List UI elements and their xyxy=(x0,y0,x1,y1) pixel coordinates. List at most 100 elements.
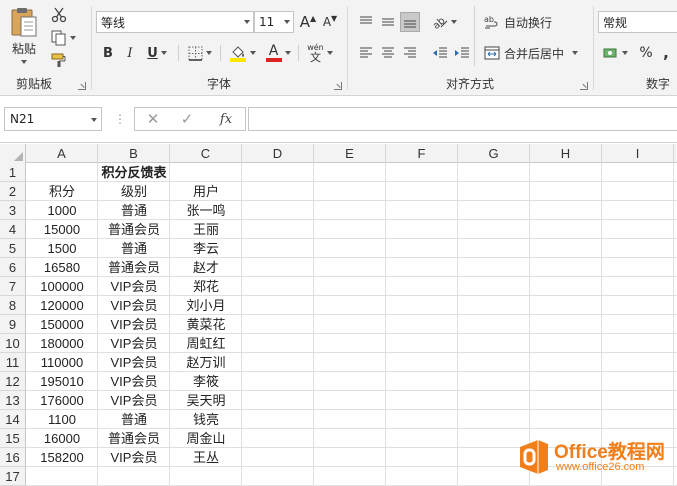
data-cell[interactable]: 刘小月 xyxy=(170,296,242,315)
row-header-4[interactable]: 4 xyxy=(0,220,26,239)
data-cell[interactable]: VIP会员 xyxy=(98,372,170,391)
data-cell[interactable]: 李筱 xyxy=(170,372,242,391)
increase-indent-button[interactable] xyxy=(452,43,472,63)
align-right-button[interactable] xyxy=(400,43,420,63)
data-cell[interactable]: 158200 xyxy=(26,448,98,467)
row-header-9[interactable]: 9 xyxy=(0,315,26,334)
data-cell[interactable]: 黄菜花 xyxy=(170,315,242,334)
column-header-h[interactable]: H xyxy=(530,144,602,163)
fill-color-button[interactable] xyxy=(226,42,258,64)
row-header-16[interactable]: 16 xyxy=(0,448,26,467)
grow-font-button[interactable]: A ▲ xyxy=(298,12,318,32)
clipboard-launcher-icon[interactable] xyxy=(78,82,86,90)
name-box-dropdown-icon[interactable] xyxy=(91,118,97,122)
data-cell[interactable]: 15000 xyxy=(26,220,98,239)
percent-button[interactable]: % xyxy=(636,43,656,63)
number-format-select[interactable]: 常规 xyxy=(598,11,677,33)
data-cell[interactable]: 1500 xyxy=(26,239,98,258)
column-header-f[interactable]: F xyxy=(386,144,458,163)
row-header-8[interactable]: 8 xyxy=(0,296,26,315)
merge-center-button[interactable]: 合并后居中 xyxy=(484,43,584,63)
column-header-b[interactable]: B xyxy=(98,144,170,163)
data-cell[interactable]: 普通会员 xyxy=(98,429,170,448)
cut-button[interactable] xyxy=(48,5,70,25)
accounting-format-button[interactable] xyxy=(600,43,630,63)
underline-button[interactable]: U xyxy=(142,43,172,63)
row-header-14[interactable]: 14 xyxy=(0,410,26,429)
align-top-button[interactable] xyxy=(356,12,376,32)
data-cell[interactable]: VIP会员 xyxy=(98,296,170,315)
font-color-button[interactable]: A xyxy=(262,42,294,64)
data-cell[interactable]: 周虹红 xyxy=(170,334,242,353)
name-box[interactable]: N21 xyxy=(4,107,102,131)
row-header-2[interactable]: 2 xyxy=(0,182,26,201)
data-cell[interactable]: 郑花 xyxy=(170,277,242,296)
comma-button[interactable]: , xyxy=(658,43,674,63)
align-center-button[interactable] xyxy=(378,43,398,63)
align-bottom-button[interactable] xyxy=(400,12,420,32)
header-cell[interactable]: 级别 xyxy=(98,182,170,201)
phonetic-button[interactable]: wén 文 xyxy=(302,40,338,66)
table-title-cell[interactable]: 积分反馈表 xyxy=(26,163,242,182)
font-size-select[interactable]: 11 xyxy=(254,11,294,33)
data-cell[interactable]: 王丽 xyxy=(170,220,242,239)
paste-button[interactable]: 粘贴 xyxy=(6,4,42,66)
data-cell[interactable]: VIP会员 xyxy=(98,277,170,296)
data-cell[interactable]: VIP会员 xyxy=(98,334,170,353)
data-cell[interactable]: 176000 xyxy=(26,391,98,410)
format-painter-button[interactable] xyxy=(48,51,70,69)
align-middle-button[interactable] xyxy=(378,12,398,32)
borders-button[interactable] xyxy=(184,43,216,63)
data-cell[interactable]: 普通会员 xyxy=(98,258,170,277)
cancel-icon[interactable]: ✕ xyxy=(143,110,163,128)
row-header-12[interactable]: 12 xyxy=(0,372,26,391)
italic-button[interactable]: I xyxy=(120,43,140,63)
data-cell[interactable]: 16000 xyxy=(26,429,98,448)
data-cell[interactable]: VIP会员 xyxy=(98,353,170,372)
data-cell[interactable]: 吴天明 xyxy=(170,391,242,410)
data-cell[interactable]: 普通会员 xyxy=(98,220,170,239)
row-header-5[interactable]: 5 xyxy=(0,239,26,258)
row-header-6[interactable]: 6 xyxy=(0,258,26,277)
shrink-font-button[interactable]: A ▼ xyxy=(320,12,340,32)
row-header-17[interactable]: 17 xyxy=(0,467,26,486)
data-cell[interactable]: 1000 xyxy=(26,201,98,220)
data-cell[interactable]: 100000 xyxy=(26,277,98,296)
formula-bar-grip-icon[interactable]: ⋮ xyxy=(114,112,126,126)
alignment-launcher-icon[interactable] xyxy=(580,82,588,90)
data-cell[interactable]: 1100 xyxy=(26,410,98,429)
data-cell[interactable]: 110000 xyxy=(26,353,98,372)
data-cell[interactable]: 普通 xyxy=(98,239,170,258)
enter-check-icon[interactable]: ✓ xyxy=(177,110,197,128)
data-cell[interactable]: 150000 xyxy=(26,315,98,334)
column-header-i[interactable]: I xyxy=(602,144,674,163)
data-cell[interactable]: VIP会员 xyxy=(98,391,170,410)
row-header-15[interactable]: 15 xyxy=(0,429,26,448)
insert-function-icon[interactable]: fx xyxy=(215,110,237,128)
column-header-c[interactable]: C xyxy=(170,144,242,163)
header-cell[interactable]: 积分 xyxy=(26,182,98,201)
data-cell[interactable]: 赵万训 xyxy=(170,353,242,372)
header-cell[interactable]: 用户 xyxy=(170,182,242,201)
font-name-select[interactable]: 等线 xyxy=(96,11,254,33)
column-header-e[interactable]: E xyxy=(314,144,386,163)
align-left-button[interactable] xyxy=(356,43,376,63)
data-cell[interactable]: 王丛 xyxy=(170,448,242,467)
column-header-g[interactable]: G xyxy=(458,144,530,163)
select-all-corner[interactable] xyxy=(0,144,26,163)
row-header-3[interactable]: 3 xyxy=(0,201,26,220)
decrease-indent-button[interactable] xyxy=(430,43,450,63)
column-header-a[interactable]: A xyxy=(26,144,98,163)
bold-button[interactable]: B xyxy=(98,43,118,63)
orientation-button[interactable]: ab xyxy=(428,12,460,32)
data-cell[interactable]: 16580 xyxy=(26,258,98,277)
data-cell[interactable]: 普通 xyxy=(98,410,170,429)
data-cell[interactable]: 张一鸣 xyxy=(170,201,242,220)
row-header-11[interactable]: 11 xyxy=(0,353,26,372)
paste-dropdown-icon[interactable] xyxy=(21,60,27,64)
copy-button[interactable] xyxy=(48,28,78,48)
data-cell[interactable]: 普通 xyxy=(98,201,170,220)
data-cell[interactable]: VIP会员 xyxy=(98,448,170,467)
data-cell[interactable]: 李云 xyxy=(170,239,242,258)
data-cell[interactable]: 120000 xyxy=(26,296,98,315)
